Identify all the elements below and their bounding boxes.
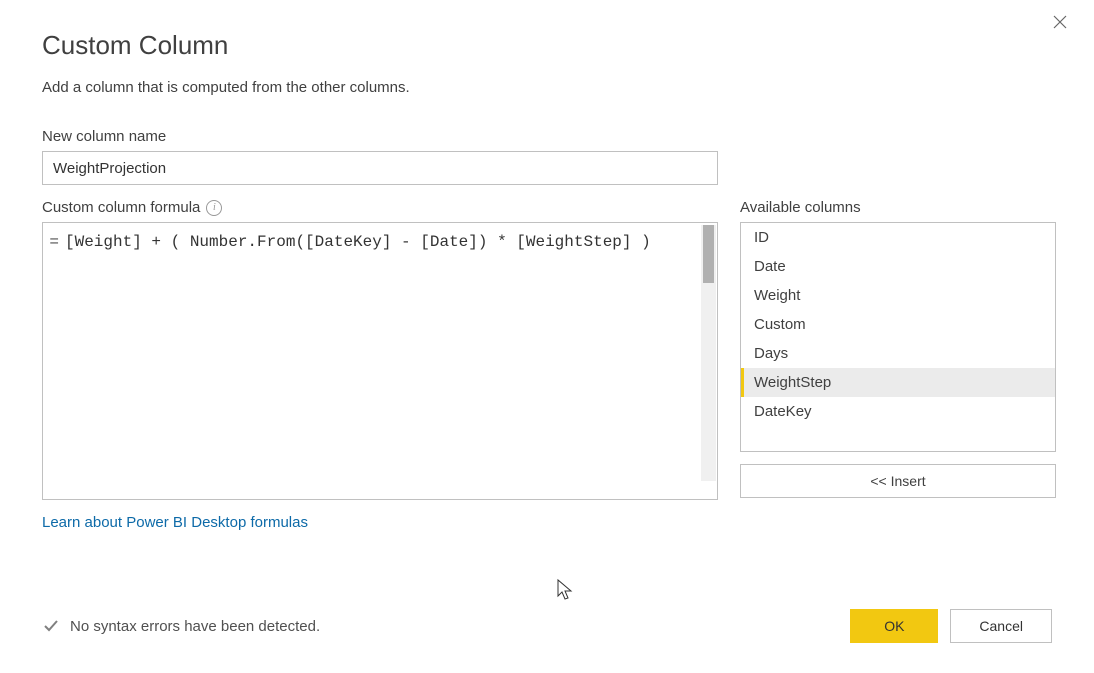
- custom-column-dialog: Custom Column Add a column that is compu…: [0, 0, 1094, 532]
- new-column-name-label: New column name: [42, 128, 1052, 145]
- ok-button[interactable]: OK: [850, 609, 938, 643]
- insert-button[interactable]: << Insert: [740, 464, 1056, 498]
- dialog-title: Custom Column: [42, 30, 1052, 61]
- column-item[interactable]: Weight: [741, 281, 1055, 310]
- dialog-footer: No syntax errors have been detected. OK …: [42, 609, 1052, 643]
- formula-gutter: =: [43, 223, 63, 499]
- button-group: OK Cancel: [850, 609, 1052, 643]
- status-text: No syntax errors have been detected.: [70, 618, 320, 635]
- column-item[interactable]: Custom: [741, 310, 1055, 339]
- formula-editor[interactable]: =: [42, 222, 718, 500]
- learn-formulas-link[interactable]: Learn about Power BI Desktop formulas: [42, 514, 308, 531]
- formula-textarea[interactable]: [63, 223, 717, 499]
- column-item[interactable]: Date: [741, 252, 1055, 281]
- status-bar: No syntax errors have been detected.: [42, 617, 320, 635]
- new-column-name-input[interactable]: [42, 151, 718, 185]
- column-item[interactable]: Days: [741, 339, 1055, 368]
- column-item[interactable]: WeightStep: [741, 368, 1055, 397]
- info-icon[interactable]: i: [206, 200, 222, 216]
- formula-label: Custom column formula i: [42, 199, 718, 216]
- dialog-subtitle: Add a column that is computed from the o…: [42, 79, 1052, 96]
- close-icon[interactable]: [1048, 10, 1072, 34]
- column-item[interactable]: ID: [741, 223, 1055, 252]
- checkmark-icon: [42, 617, 60, 635]
- formula-scrollbar-thumb[interactable]: [703, 225, 714, 283]
- formula-scrollbar[interactable]: [701, 225, 716, 481]
- cancel-button[interactable]: Cancel: [950, 609, 1052, 643]
- column-item[interactable]: DateKey: [741, 397, 1055, 426]
- mouse-cursor: [556, 578, 576, 607]
- available-columns-list[interactable]: IDDateWeightCustomDaysWeightStepDateKey: [740, 222, 1056, 452]
- formula-label-text: Custom column formula: [42, 199, 200, 216]
- available-columns-label: Available columns: [740, 199, 1056, 216]
